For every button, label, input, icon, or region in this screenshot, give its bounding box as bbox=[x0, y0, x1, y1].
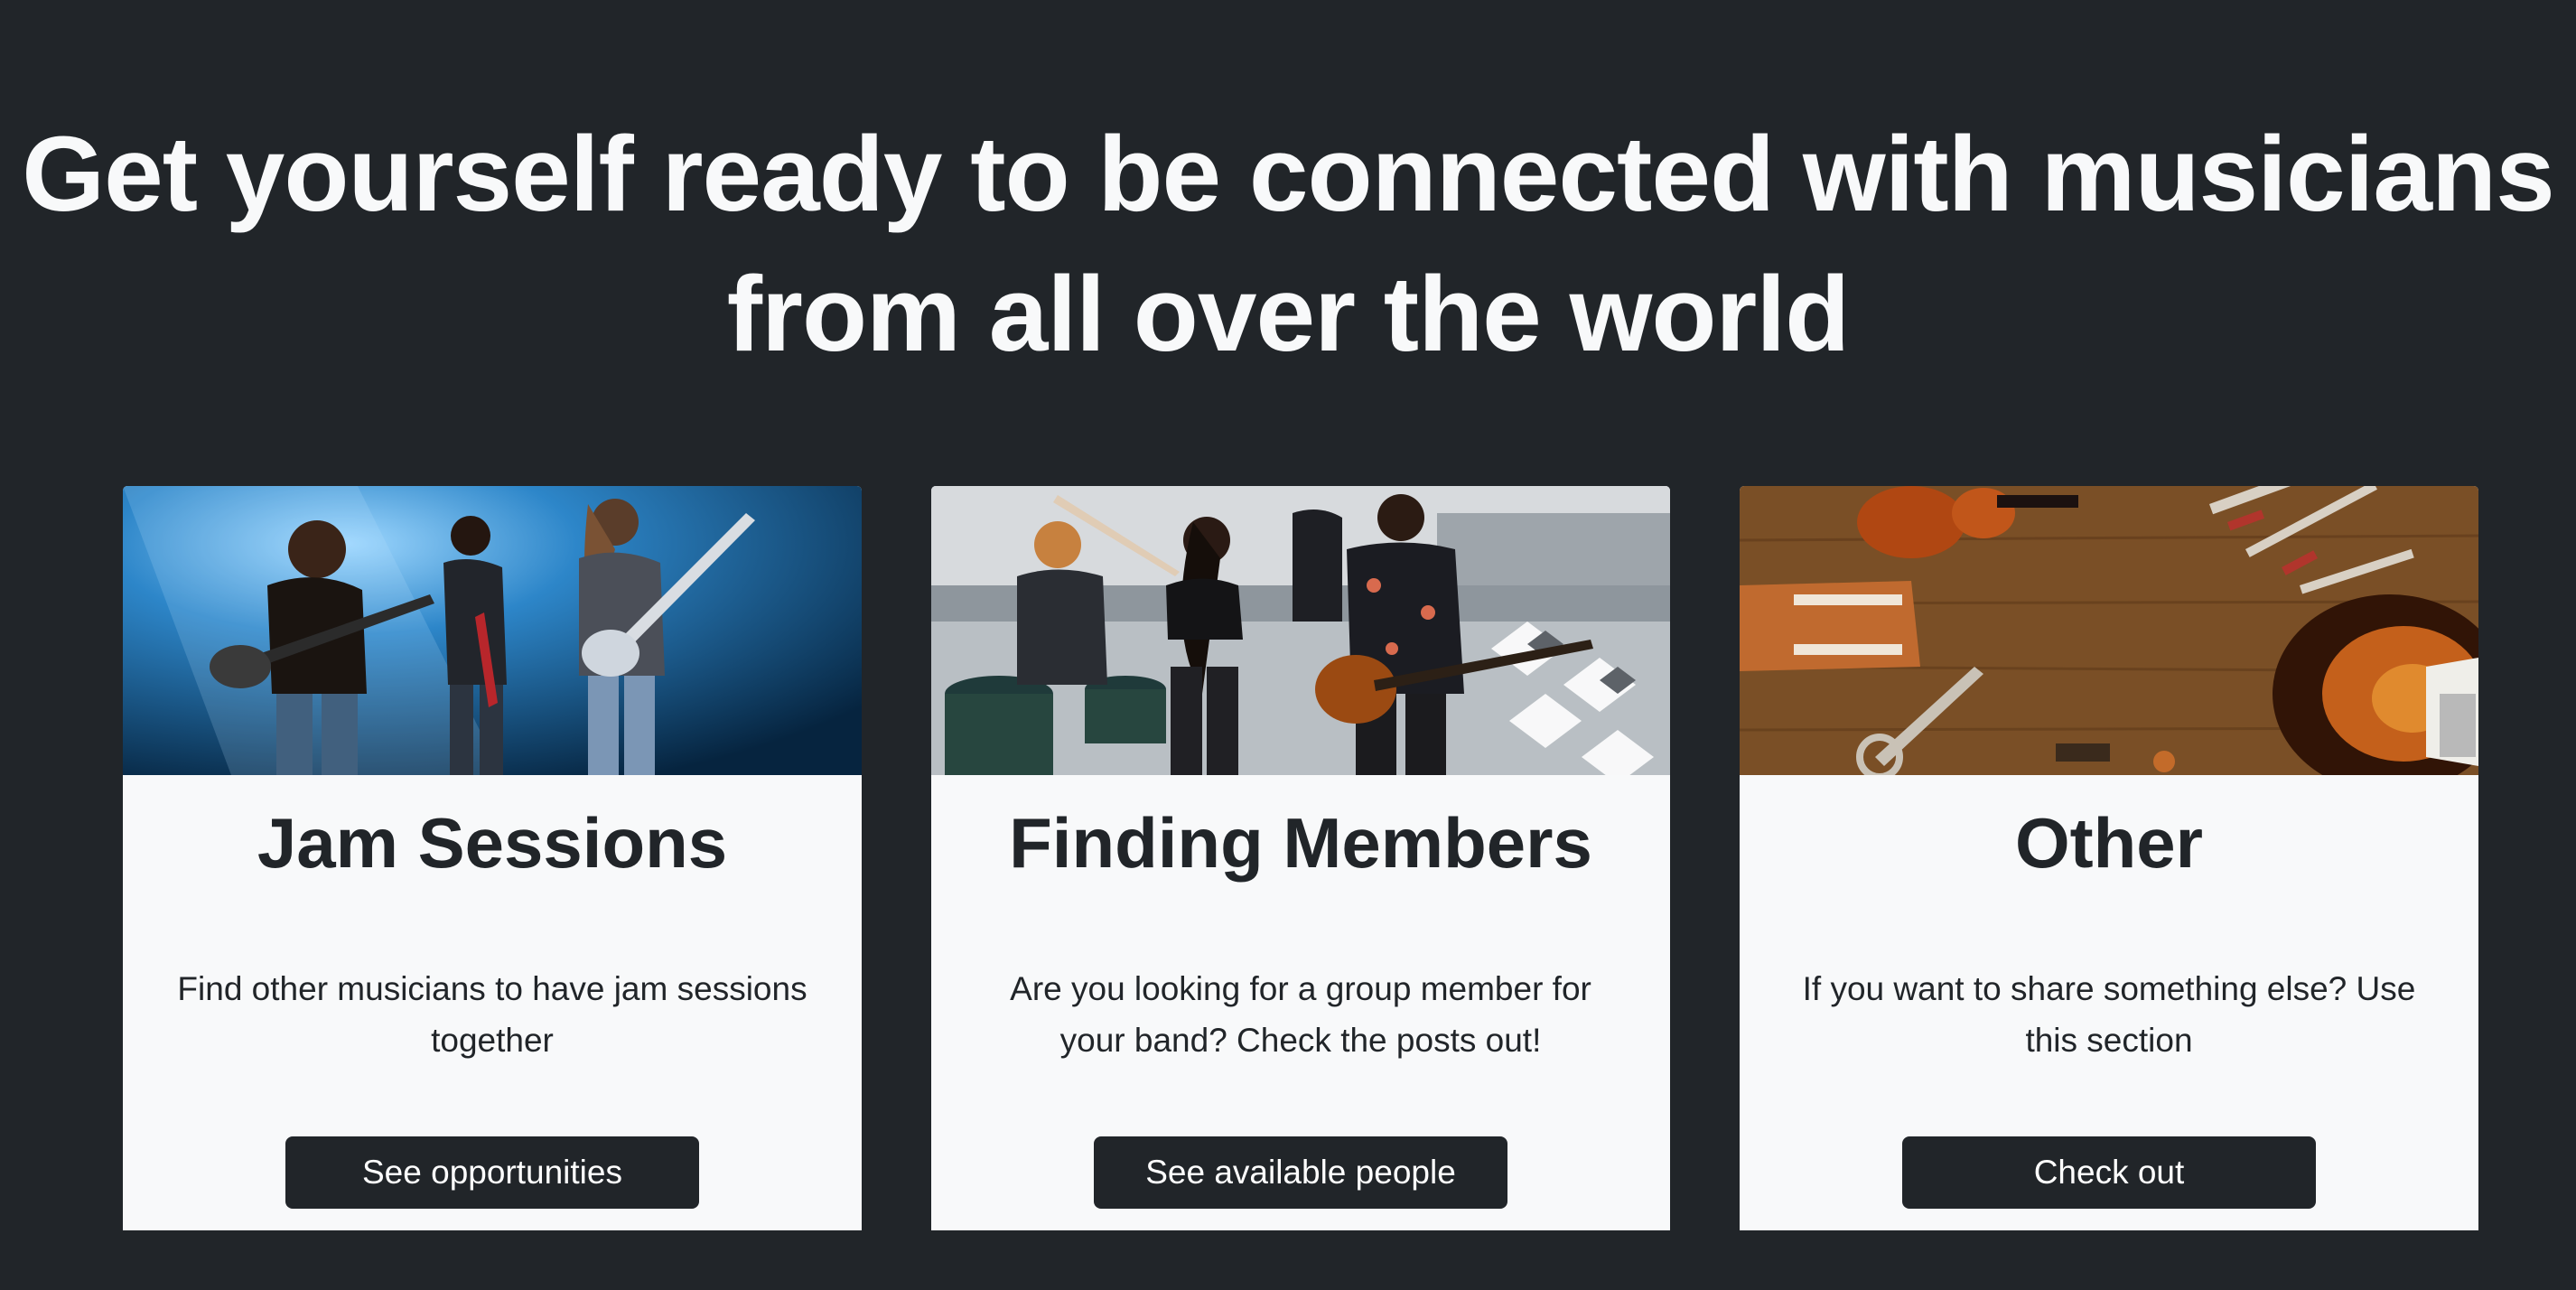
see-opportunities-button[interactable]: See opportunities bbox=[285, 1136, 699, 1209]
card-image-finding-members bbox=[931, 486, 1670, 775]
card-description: Find other musicians to have jam session… bbox=[177, 970, 807, 1059]
card-image-other bbox=[1740, 486, 2478, 775]
card-description: If you want to share something else? Use… bbox=[1802, 970, 2416, 1059]
card-jam-sessions: Jam Sessions Find other musicians to hav… bbox=[123, 486, 862, 1230]
check-out-button[interactable]: Check out bbox=[1902, 1136, 2316, 1209]
card-title: Other bbox=[2014, 803, 2204, 883]
card-finding-members: Finding Members Are you looking for a gr… bbox=[931, 486, 1670, 1230]
card-description: Are you looking for a group member for y… bbox=[1010, 970, 1591, 1059]
card-image-jam-sessions bbox=[123, 486, 862, 775]
card-title: Jam Sessions bbox=[257, 803, 728, 883]
see-available-people-button[interactable]: See available people bbox=[1094, 1136, 1507, 1209]
card-title: Finding Members bbox=[1009, 803, 1592, 883]
card-other: Other If you want to share something els… bbox=[1740, 486, 2478, 1230]
hero-title: Get yourself ready to be connected with … bbox=[22, 115, 2554, 374]
